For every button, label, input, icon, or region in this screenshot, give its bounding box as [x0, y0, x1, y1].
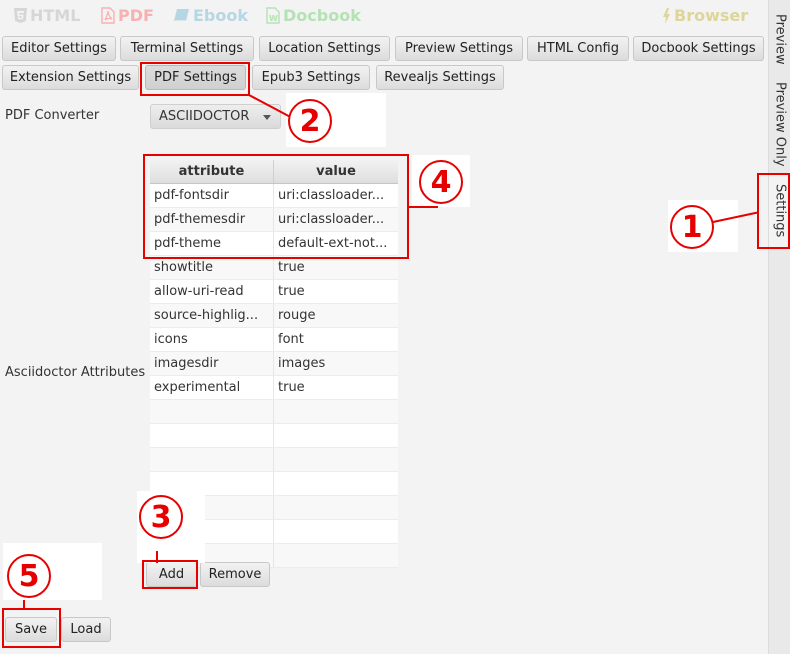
attribute-cell[interactable]: allow-uri-read: [150, 280, 274, 303]
tab-extension-settings[interactable]: Extension Settings: [2, 65, 139, 90]
table-row[interactable]: source-highlig... rouge: [150, 304, 398, 328]
tab-preview-settings[interactable]: Preview Settings: [395, 36, 523, 61]
asciidoctor-attributes-label: Asciidoctor Attributes: [5, 365, 146, 380]
word-doc-icon: W: [266, 7, 280, 24]
value-cell[interactable]: [274, 424, 398, 447]
annotation-marker-5: 5: [7, 554, 51, 598]
browser-label: Browser: [674, 6, 749, 25]
value-cell[interactable]: [274, 400, 398, 423]
table-row[interactable]: [150, 448, 398, 472]
table-row[interactable]: imagesdir images: [150, 352, 398, 376]
table-row[interactable]: showtitle true: [150, 256, 398, 280]
attribute-cell[interactable]: [150, 400, 274, 423]
table-row[interactable]: [150, 400, 398, 424]
attribute-cell[interactable]: [150, 424, 274, 447]
tab-epub3-settings[interactable]: Epub3 Settings: [252, 65, 370, 90]
pdf-file-icon: [101, 7, 115, 24]
attribute-cell[interactable]: [150, 448, 274, 471]
value-cell[interactable]: uri:classloader...: [274, 184, 398, 207]
html5-icon: [14, 8, 27, 23]
value-cell[interactable]: font: [274, 328, 398, 351]
ebook-format-button[interactable]: Ebook: [173, 6, 248, 25]
add-button[interactable]: Add: [146, 562, 197, 587]
book-icon: [174, 9, 189, 22]
table-row[interactable]: allow-uri-read true: [150, 280, 398, 304]
column-header-value[interactable]: value: [274, 160, 398, 183]
tab-location-settings[interactable]: Location Settings: [259, 36, 390, 61]
table-header: attribute value: [150, 160, 398, 184]
value-cell[interactable]: [274, 520, 398, 543]
value-cell[interactable]: [274, 544, 398, 567]
tab-pdf-settings[interactable]: PDF Settings: [145, 65, 246, 90]
html-format-button[interactable]: HTML: [14, 6, 80, 25]
attribute-cell[interactable]: pdf-fontsdir: [150, 184, 274, 207]
annotation-line-3: [156, 551, 158, 563]
side-tab-preview[interactable]: Preview: [769, 6, 790, 72]
docbook-format-label: Docbook: [283, 6, 361, 25]
html-format-label: HTML: [30, 6, 81, 25]
annotation-marker-1: 1: [670, 205, 714, 249]
value-cell[interactable]: uri:classloader...: [274, 208, 398, 231]
attribute-cell[interactable]: pdf-themesdir: [150, 208, 274, 231]
value-cell[interactable]: true: [274, 256, 398, 279]
side-tab-settings[interactable]: Settings: [769, 174, 790, 248]
tab-terminal-settings[interactable]: Terminal Settings: [120, 36, 254, 61]
attribute-cell[interactable]: experimental: [150, 376, 274, 399]
side-tab-preview-label: Preview: [772, 13, 788, 65]
attribute-cell[interactable]: pdf-theme: [150, 232, 274, 255]
tab-docbook-settings[interactable]: Docbook Settings: [633, 36, 764, 61]
svg-text:W: W: [269, 14, 278, 23]
tab-revealjs-settings[interactable]: Revealjs Settings: [376, 65, 504, 90]
table-row[interactable]: pdf-fontsdir uri:classloader...: [150, 184, 398, 208]
value-cell[interactable]: [274, 448, 398, 471]
attribute-cell[interactable]: icons: [150, 328, 274, 351]
value-cell[interactable]: [274, 472, 398, 495]
annotation-marker-4: 4: [419, 160, 463, 204]
pdf-format-label: PDF: [118, 6, 154, 25]
pdf-format-button[interactable]: PDF: [101, 6, 154, 25]
dropdown-arrow-icon: [263, 115, 271, 120]
pdf-converter-value: ASCIIDOCTOR: [159, 109, 250, 124]
annotation-marker-3: 3: [139, 495, 183, 539]
ebook-format-label: Ebook: [193, 6, 249, 25]
value-cell[interactable]: true: [274, 280, 398, 303]
tab-html-config[interactable]: HTML Config: [527, 36, 629, 61]
side-tab-preview-only[interactable]: Preview Only: [769, 76, 790, 172]
table-row[interactable]: [150, 424, 398, 448]
attribute-cell[interactable]: imagesdir: [150, 352, 274, 375]
pdf-converter-select[interactable]: ASCIIDOCTOR: [150, 104, 281, 129]
format-bar: HTML PDF Ebook W Docbook Browser: [0, 0, 768, 32]
load-button[interactable]: Load: [61, 617, 111, 642]
value-cell[interactable]: rouge: [274, 304, 398, 327]
annotation-line-4: [408, 206, 438, 208]
docbook-format-button[interactable]: W Docbook: [266, 6, 361, 25]
table-row[interactable]: experimental true: [150, 376, 398, 400]
table-row[interactable]: icons font: [150, 328, 398, 352]
value-cell[interactable]: [274, 496, 398, 519]
value-cell[interactable]: images: [274, 352, 398, 375]
attribute-cell[interactable]: source-highlig...: [150, 304, 274, 327]
save-button[interactable]: Save: [5, 617, 57, 642]
side-tab-settings-label: Settings: [772, 184, 788, 238]
attribute-cell[interactable]: showtitle: [150, 256, 274, 279]
value-cell[interactable]: default-ext-not...: [274, 232, 398, 255]
side-tab-bar: Preview Preview Only Settings: [768, 0, 790, 654]
annotation-marker-2: 2: [288, 99, 332, 143]
table-row[interactable]: pdf-themesdir uri:classloader...: [150, 208, 398, 232]
value-cell[interactable]: true: [274, 376, 398, 399]
pdf-converter-label: PDF Converter: [5, 108, 100, 123]
remove-button[interactable]: Remove: [200, 562, 270, 587]
table-row[interactable]: pdf-theme default-ext-not...: [150, 232, 398, 256]
tab-editor-settings[interactable]: Editor Settings: [2, 36, 116, 61]
annotation-line-5: [23, 600, 25, 608]
browser-button[interactable]: Browser: [662, 6, 748, 25]
side-tab-preview-only-label: Preview Only: [772, 81, 788, 167]
column-header-attribute[interactable]: attribute: [150, 160, 274, 183]
lightning-icon: [663, 7, 670, 24]
